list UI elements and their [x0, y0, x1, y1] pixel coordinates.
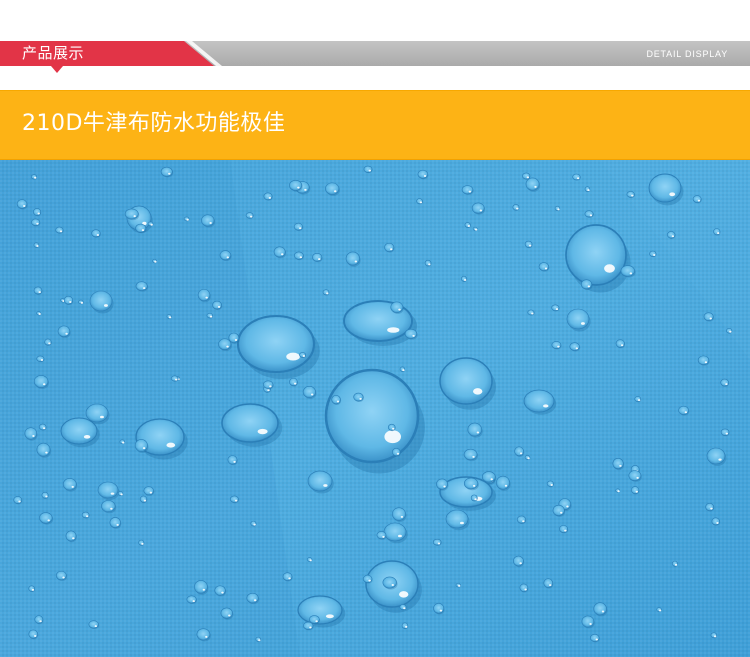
water-droplet — [206, 312, 214, 319]
water-droplet — [656, 607, 662, 613]
water-droplet — [470, 494, 478, 502]
water-droplet — [229, 495, 240, 504]
section-header: 产品展示 DETAIL DISPLAY — [0, 41, 750, 73]
water-droplet — [41, 491, 49, 499]
water-droplet — [584, 186, 591, 193]
header-tab-pointer — [51, 66, 63, 73]
water-droplet — [363, 165, 373, 174]
fabric-photo-svg — [0, 160, 750, 657]
water-droplet — [546, 480, 554, 488]
water-droplet — [117, 491, 124, 496]
water-droplet — [399, 366, 406, 372]
water-droplet — [692, 195, 702, 204]
water-droplet — [551, 304, 560, 312]
water-droplet — [464, 222, 471, 228]
water-droplet — [584, 210, 594, 218]
water-droplet — [33, 242, 40, 248]
water-droplet — [472, 226, 478, 231]
water-droplet — [720, 378, 730, 387]
water-droplet — [245, 212, 254, 219]
water-droplet — [33, 286, 43, 295]
water-droplet — [183, 216, 190, 222]
water-droplet — [713, 228, 721, 236]
water-droplet — [416, 198, 424, 205]
feature-text: 210D牛津布防水功能极佳 — [22, 111, 286, 136]
water-droplet — [524, 455, 531, 460]
water-droplet — [399, 604, 407, 611]
water-droplet — [455, 583, 461, 588]
water-droplet — [322, 289, 330, 296]
water-droplet — [81, 511, 90, 519]
water-droplet — [631, 486, 640, 495]
water-droplet — [147, 221, 154, 227]
water-droplet — [55, 226, 64, 234]
water-droplet — [166, 314, 172, 320]
water-droplet — [572, 173, 581, 181]
section-subtitle: DETAIL DISPLAY — [646, 49, 728, 59]
product-photo — [0, 160, 750, 657]
water-droplet — [38, 423, 47, 431]
water-droplet — [710, 632, 718, 639]
water-droplet — [649, 250, 657, 258]
water-droplet — [28, 585, 36, 593]
water-droplet — [31, 218, 41, 227]
feature-banner: 210D牛津布防水功能极佳 — [0, 90, 750, 160]
water-droplet — [432, 538, 442, 546]
water-droplet — [31, 174, 38, 180]
water-droplet — [672, 560, 678, 567]
water-droplet — [36, 355, 45, 363]
water-droplet — [615, 488, 620, 493]
water-droplet — [119, 439, 125, 445]
water-droplet — [387, 423, 396, 432]
water-droplet — [461, 275, 467, 282]
water-droplet — [524, 240, 533, 249]
water-droplet — [667, 231, 676, 239]
water-droplet — [626, 191, 635, 199]
water-droplet — [139, 495, 148, 504]
water-droplet — [13, 496, 23, 505]
water-droplet — [152, 259, 157, 264]
water-droplet — [512, 204, 520, 211]
water-droplet — [299, 352, 307, 358]
water-droplet — [307, 557, 313, 562]
water-droplet — [250, 520, 257, 527]
water-droplet — [424, 259, 432, 267]
water-droplet — [33, 208, 42, 217]
section-title: 产品展示 — [22, 44, 85, 62]
water-droplet — [527, 309, 535, 316]
water-droplet — [36, 311, 42, 316]
water-droplet — [634, 396, 642, 403]
water-droplet — [554, 205, 561, 212]
water-droplet — [720, 428, 730, 437]
water-droplet — [138, 539, 145, 546]
water-droplet — [711, 517, 721, 526]
water-droplet — [726, 328, 733, 334]
water-droplet — [170, 375, 179, 382]
water-droplet — [44, 338, 52, 346]
product-detail-page: 产品展示 DETAIL DISPLAY 210D牛津布防水功能极佳 — [0, 0, 750, 657]
water-droplet — [78, 299, 84, 305]
water-droplet — [255, 636, 261, 643]
water-droplet — [401, 622, 409, 630]
